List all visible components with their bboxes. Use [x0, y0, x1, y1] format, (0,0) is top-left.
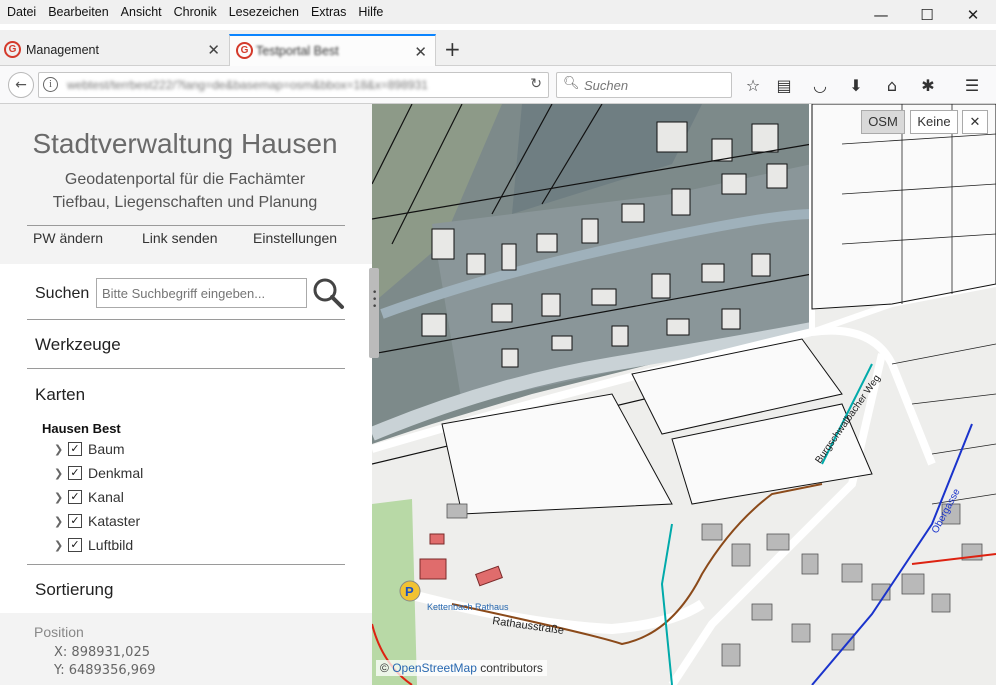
menu-chronik[interactable]: Chronik [168, 5, 223, 19]
divider [27, 319, 345, 320]
chevron-right-icon[interactable]: ❯ [54, 515, 66, 528]
bookmark-star-icon[interactable]: ☆ [743, 76, 763, 96]
layer-item-kanal[interactable]: ❯ ✓ Kanal [54, 488, 124, 506]
browser-search-field[interactable]: 🔍︎ Suchen [556, 72, 732, 98]
search-input[interactable] [96, 278, 307, 308]
back-arrow-icon[interactable]: ← [8, 72, 34, 98]
change-password-link[interactable]: PW ändern [33, 230, 103, 246]
chevron-right-icon[interactable]: ❯ [54, 539, 66, 552]
layer-checkbox[interactable]: ✓ [68, 442, 82, 456]
menu-bar: Datei Bearbeiten Ansicht Chronik Lesezei… [0, 0, 996, 24]
menu-datei[interactable]: Datei [0, 5, 42, 19]
layer-group-title: Hausen Best [42, 421, 121, 436]
extension-icon[interactable]: ✱ [918, 76, 938, 96]
page-subtitle: Tiefbau, Liegenschaften und Planung [52, 194, 318, 211]
info-icon[interactable]: i [43, 77, 58, 92]
search-button[interactable] [311, 276, 345, 310]
reader-icon[interactable]: ▤ [774, 76, 794, 96]
menu-lesezeichen[interactable]: Lesezeichen [223, 5, 305, 19]
tab-management[interactable]: G Management ✕ [0, 34, 228, 66]
chevron-right-icon[interactable]: ❯ [54, 443, 66, 456]
sidebar-collapse-handle[interactable]: • • • [369, 268, 379, 358]
search-label: Suchen [35, 285, 90, 302]
menu-extras[interactable]: Extras [305, 5, 352, 19]
search-icon [313, 278, 344, 309]
sidebar: Stadtverwaltung Hausen Geodatenportal fü… [0, 104, 372, 685]
close-window-button[interactable]: ✕ [950, 0, 996, 30]
favicon-icon: G [4, 41, 21, 58]
page-title: Stadtverwaltung Hausen [32, 128, 338, 159]
browser-search-placeholder: Suchen [584, 78, 629, 93]
url-bar[interactable]: i webtest/terrbest222/?lang=de&basemap=o… [38, 72, 549, 98]
layer-label: Luftbild [88, 537, 134, 553]
layer-checkbox[interactable]: ✓ [68, 466, 82, 480]
settings-link[interactable]: Einstellungen [253, 230, 337, 246]
minimize-button[interactable]: — [858, 0, 904, 30]
position-label: Position [34, 624, 84, 640]
layer-item-denkmal[interactable]: ❯ ✓ Denkmal [54, 464, 143, 482]
close-map-panel-button[interactable]: ✕ [962, 110, 988, 134]
layer-item-luftbild[interactable]: ❯ ✓ Luftbild [54, 536, 133, 554]
layer-label: Baum [88, 441, 125, 457]
tab-label: Testportal Best [256, 44, 339, 58]
bus-stop-label: Kettenbach Rathaus [427, 602, 509, 612]
menu-bearbeiten[interactable]: Bearbeiten [42, 5, 114, 19]
maps-section[interactable]: Karten [35, 385, 85, 405]
divider [27, 564, 345, 565]
attribution-prefix: © [380, 661, 393, 675]
maximize-button[interactable]: ☐ [904, 0, 950, 30]
layer-item-kataster[interactable]: ❯ ✓ Kataster [54, 512, 140, 530]
tools-section[interactable]: Werkzeuge [35, 335, 121, 355]
new-tab-button[interactable]: + [444, 37, 461, 61]
position-x: X: 898931,025 [54, 645, 150, 660]
layer-label: Kanal [88, 489, 124, 505]
tab-close-icon[interactable]: ✕ [207, 41, 220, 59]
chevron-right-icon[interactable]: ❯ [54, 491, 66, 504]
search-icon: 🔍︎ [563, 76, 580, 91]
tab-strip: G Management ✕ G Testportal Best ✕ + [0, 30, 996, 66]
basemap-osm-button[interactable]: OSM [861, 110, 905, 134]
divider [27, 225, 345, 226]
favicon-icon: G [236, 42, 253, 59]
pocket-icon[interactable]: ◡ [810, 76, 830, 96]
map-canvas[interactable]: P Rathausstraße Burgschwalbacher Weg Obe… [372, 104, 996, 685]
tab-close-icon[interactable]: ✕ [414, 43, 427, 61]
url-text[interactable]: webtest/terrbest222/?lang=de&basemap=osm… [67, 78, 507, 92]
tab-testportal[interactable]: G Testportal Best ✕ [229, 34, 436, 66]
map-attribution: © OpenStreetMap contributors [376, 660, 547, 676]
layer-checkbox[interactable]: ✓ [68, 514, 82, 528]
send-link-link[interactable]: Link senden [142, 230, 218, 246]
tab-label: Management [26, 43, 99, 57]
divider [27, 368, 345, 369]
menu-hilfe[interactable]: Hilfe [352, 5, 389, 19]
navigation-bar: ← i webtest/terrbest222/?lang=de&basemap… [0, 66, 996, 104]
drag-dots-icon: • • • [372, 288, 378, 312]
layer-checkbox[interactable]: ✓ [68, 490, 82, 504]
osm-link[interactable]: OpenStreetMap [392, 661, 477, 675]
position-y: Y: 6489356,969 [54, 663, 156, 678]
basemap-none-button[interactable]: Keine [910, 110, 958, 134]
attribution-suffix: contributors [476, 661, 543, 675]
layer-label: Kataster [88, 513, 141, 529]
window-controls: — ☐ ✕ [858, 0, 996, 30]
chevron-right-icon[interactable]: ❯ [54, 467, 66, 480]
layer-label: Denkmal [88, 465, 144, 481]
layer-checkbox[interactable]: ✓ [68, 538, 82, 552]
sort-section[interactable]: Sortierung [35, 580, 113, 600]
layer-item-baum[interactable]: ❯ ✓ Baum [54, 440, 125, 458]
parking-icon: P [405, 584, 414, 599]
page-subtitle: Geodatenportal für die Fachämter [64, 171, 306, 188]
reload-icon[interactable]: ↻ [530, 76, 542, 92]
menu-icon[interactable]: ☰ [962, 76, 982, 96]
download-icon[interactable]: ⬇ [846, 76, 866, 96]
map-view[interactable]: P Rathausstraße Burgschwalbacher Weg Obe… [372, 104, 996, 685]
menu-ansicht[interactable]: Ansicht [115, 5, 168, 19]
home-icon[interactable]: ⌂ [882, 76, 902, 96]
